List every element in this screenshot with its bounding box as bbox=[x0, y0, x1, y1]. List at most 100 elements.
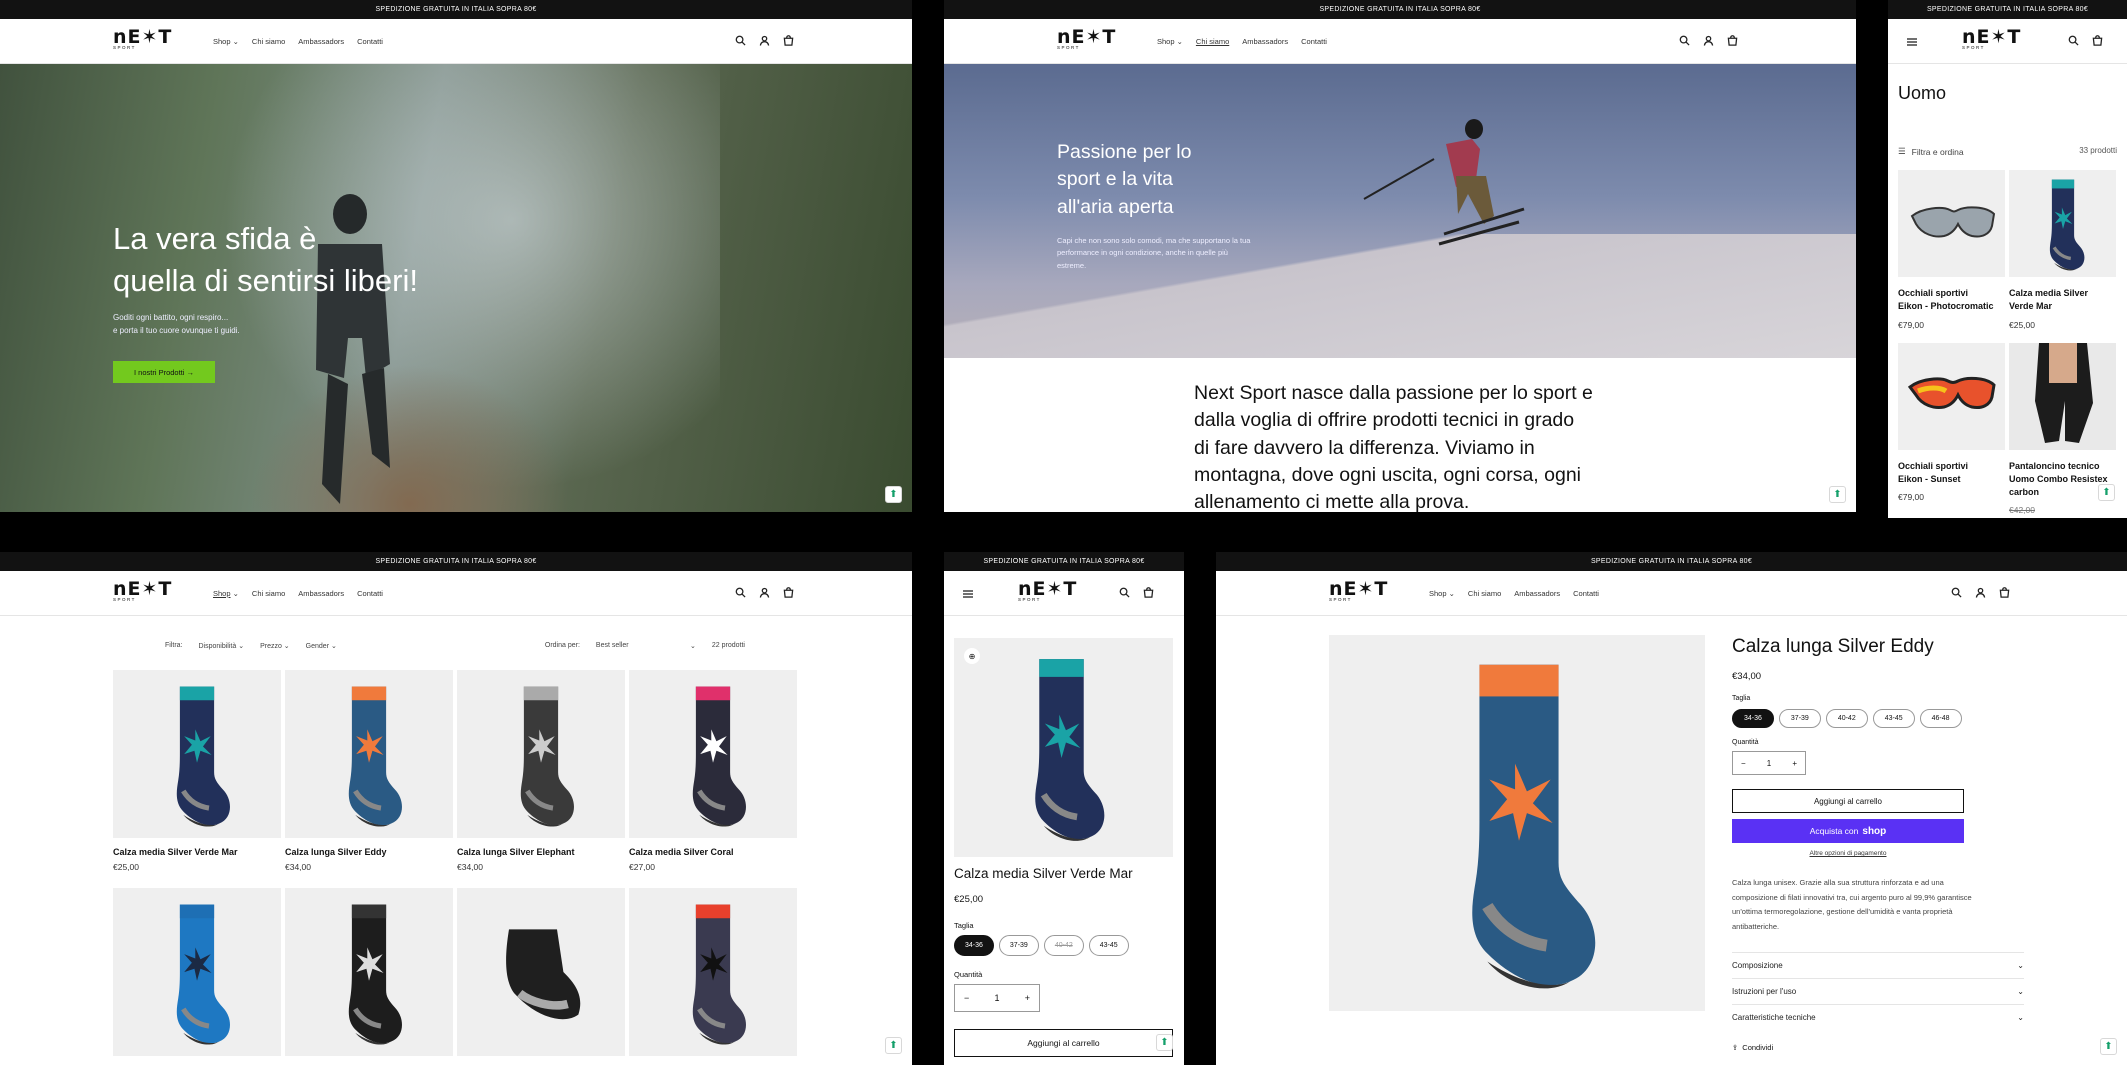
brand-logo[interactable]: nE✶T SPORT bbox=[113, 28, 172, 51]
brand-logo[interactable]: nE✶T SPORT bbox=[1018, 580, 1077, 603]
product-title[interactable]: Occhiali sportivi Eikon - Photocromatic bbox=[1898, 287, 1994, 313]
chat-widget-button[interactable]: ⬆ bbox=[885, 1037, 902, 1054]
size-option[interactable]: 40-42 bbox=[1825, 709, 1868, 728]
nav-ambassadors[interactable]: Ambassadors bbox=[1514, 589, 1560, 598]
nav-shop[interactable]: Shop ⌄ bbox=[213, 589, 239, 598]
increase-button[interactable]: + bbox=[1025, 993, 1030, 1003]
accordion-caratteristiche[interactable]: Caratteristiche tecniche ⌄ bbox=[1732, 1004, 2024, 1022]
chat-widget-button[interactable]: ⬆ bbox=[2100, 1038, 2117, 1055]
cart-icon[interactable] bbox=[1143, 587, 1154, 598]
search-icon[interactable] bbox=[1679, 35, 1690, 46]
nav-chi-siamo[interactable]: Chi siamo bbox=[1196, 37, 1229, 46]
nav-contatti[interactable]: Contatti bbox=[357, 37, 383, 46]
zoom-icon[interactable]: ⊕ bbox=[964, 648, 980, 664]
product-image[interactable] bbox=[113, 670, 281, 838]
search-icon[interactable] bbox=[1951, 587, 1962, 598]
account-icon[interactable] bbox=[1975, 587, 1986, 598]
accordion-composizione[interactable]: Composizione ⌄ bbox=[1732, 952, 2024, 970]
account-icon[interactable] bbox=[1703, 35, 1714, 46]
increase-button[interactable]: + bbox=[1792, 759, 1797, 768]
filter-gender[interactable]: Gender ⌄ bbox=[306, 642, 337, 650]
product-title[interactable]: Calza lunga Silver Elephant bbox=[457, 846, 575, 859]
product-image[interactable] bbox=[2009, 170, 2116, 277]
search-icon[interactable] bbox=[735, 587, 746, 598]
nav-contatti[interactable]: Contatti bbox=[1301, 37, 1327, 46]
brand-logo[interactable]: nE✶T SPORT bbox=[113, 580, 172, 603]
quantity-stepper[interactable]: −1 + bbox=[1732, 751, 1806, 775]
brand-logo[interactable]: nE✶T SPORT bbox=[1962, 28, 2021, 51]
cart-icon[interactable] bbox=[783, 587, 794, 598]
nav-shop[interactable]: Shop ⌄ bbox=[1429, 589, 1455, 598]
sort-select[interactable]: Best seller ⌄ bbox=[596, 642, 696, 650]
add-to-cart-button[interactable]: Aggiungi al carrello bbox=[1732, 789, 1964, 813]
main-nav: Shop ⌄ Chi siamo Ambassadors Contatti bbox=[213, 37, 383, 46]
product-image[interactable] bbox=[629, 670, 797, 838]
accordion-istruzioni[interactable]: Istruzioni per l'uso ⌄ bbox=[1732, 978, 2024, 996]
product-title[interactable]: Calza lunga Silver Eddy bbox=[285, 846, 387, 859]
our-products-button[interactable]: I nostri Prodotti → bbox=[113, 361, 215, 383]
product-title[interactable]: Calza media Silver Verde Mar bbox=[2009, 287, 2088, 313]
product-title[interactable]: Calza media Silver Coral bbox=[629, 846, 734, 859]
chat-widget-button[interactable]: ⬆ bbox=[1829, 486, 1846, 503]
size-option[interactable]: 37-39 bbox=[998, 935, 1039, 956]
product-title[interactable]: Pantaloncino tecnico Uomo Combo Resistex c… bbox=[2009, 460, 2108, 499]
add-to-cart-button[interactable]: Aggiungi al carrello bbox=[954, 1029, 1173, 1057]
decrease-button[interactable]: − bbox=[964, 993, 969, 1003]
size-option[interactable]: 43-45 bbox=[1088, 935, 1129, 956]
nav-ambassadors[interactable]: Ambassadors bbox=[1242, 37, 1288, 46]
cart-icon[interactable] bbox=[2092, 35, 2103, 46]
shop-pay-button[interactable]: Acquista con shop bbox=[1732, 819, 1964, 843]
account-icon[interactable] bbox=[759, 35, 770, 46]
size-option[interactable]: 43-45 bbox=[1872, 709, 1915, 728]
chat-widget-button[interactable]: ⬆ bbox=[1156, 1034, 1173, 1051]
account-icon[interactable] bbox=[759, 587, 770, 598]
quantity-stepper[interactable]: −1 + bbox=[954, 984, 1040, 1012]
filter-availability[interactable]: Disponibilità ⌄ bbox=[199, 642, 245, 650]
product-title[interactable]: Calza media Silver Verde Mar bbox=[113, 846, 238, 859]
menu-icon[interactable] bbox=[1906, 36, 1918, 48]
product-image[interactable] bbox=[2009, 343, 2116, 450]
chat-widget-button[interactable]: ⬆ bbox=[885, 486, 902, 503]
chat-widget-button[interactable]: ⬆ bbox=[2098, 484, 2115, 501]
size-option[interactable]: 46-48 bbox=[1919, 709, 1962, 728]
nav-chi-siamo[interactable]: Chi siamo bbox=[252, 589, 285, 598]
product-image[interactable] bbox=[1898, 343, 2005, 450]
product-image[interactable] bbox=[629, 888, 797, 1056]
product-image[interactable] bbox=[285, 888, 453, 1056]
share-button[interactable]: ⇪ Condividi bbox=[1732, 1043, 1773, 1052]
search-icon[interactable] bbox=[735, 35, 746, 46]
nav-ambassadors[interactable]: Ambassadors bbox=[298, 589, 344, 598]
nav-shop[interactable]: Shop ⌄ bbox=[213, 37, 239, 46]
size-option[interactable]: 40-42 bbox=[1043, 935, 1084, 956]
brand-logo[interactable]: nE✶T SPORT bbox=[1329, 580, 1388, 603]
product-image[interactable] bbox=[457, 670, 625, 838]
more-payment-options-link[interactable]: Altre opzioni di pagamento bbox=[1732, 850, 1964, 857]
nav-chi-siamo[interactable]: Chi siamo bbox=[1468, 589, 1501, 598]
product-image[interactable] bbox=[1329, 635, 1705, 1011]
filter-price[interactable]: Prezzo ⌄ bbox=[260, 642, 290, 650]
size-option[interactable]: 34-36 bbox=[954, 935, 994, 956]
size-option[interactable]: 34-36 bbox=[1732, 709, 1774, 728]
size-option[interactable]: 37-39 bbox=[1778, 709, 1821, 728]
product-image[interactable] bbox=[285, 670, 453, 838]
cart-icon[interactable] bbox=[1727, 35, 1738, 46]
product-image[interactable]: ⊕ bbox=[954, 638, 1173, 857]
menu-icon[interactable] bbox=[962, 588, 974, 600]
chevron-down-icon: ⌄ bbox=[232, 37, 239, 46]
product-title[interactable]: Occhiali sportivi Eikon - Sunset bbox=[1898, 460, 1968, 486]
decrease-button[interactable]: − bbox=[1741, 759, 1746, 768]
nav-contatti[interactable]: Contatti bbox=[1573, 589, 1599, 598]
nav-ambassadors[interactable]: Ambassadors bbox=[298, 37, 344, 46]
search-icon[interactable] bbox=[1119, 587, 1130, 598]
nav-chi-siamo[interactable]: Chi siamo bbox=[252, 37, 285, 46]
product-image[interactable] bbox=[113, 888, 281, 1056]
cart-icon[interactable] bbox=[783, 35, 794, 46]
product-image[interactable] bbox=[457, 888, 625, 1056]
cart-icon[interactable] bbox=[1999, 587, 2010, 598]
nav-shop[interactable]: Shop ⌄ bbox=[1157, 37, 1183, 46]
search-icon[interactable] bbox=[2068, 35, 2079, 46]
product-image[interactable] bbox=[1898, 170, 2005, 277]
brand-logo[interactable]: nE✶T SPORT bbox=[1057, 28, 1116, 51]
nav-contatti[interactable]: Contatti bbox=[357, 589, 383, 598]
filter-sort-button[interactable]: ☰ Filtra e ordina bbox=[1898, 146, 1964, 157]
